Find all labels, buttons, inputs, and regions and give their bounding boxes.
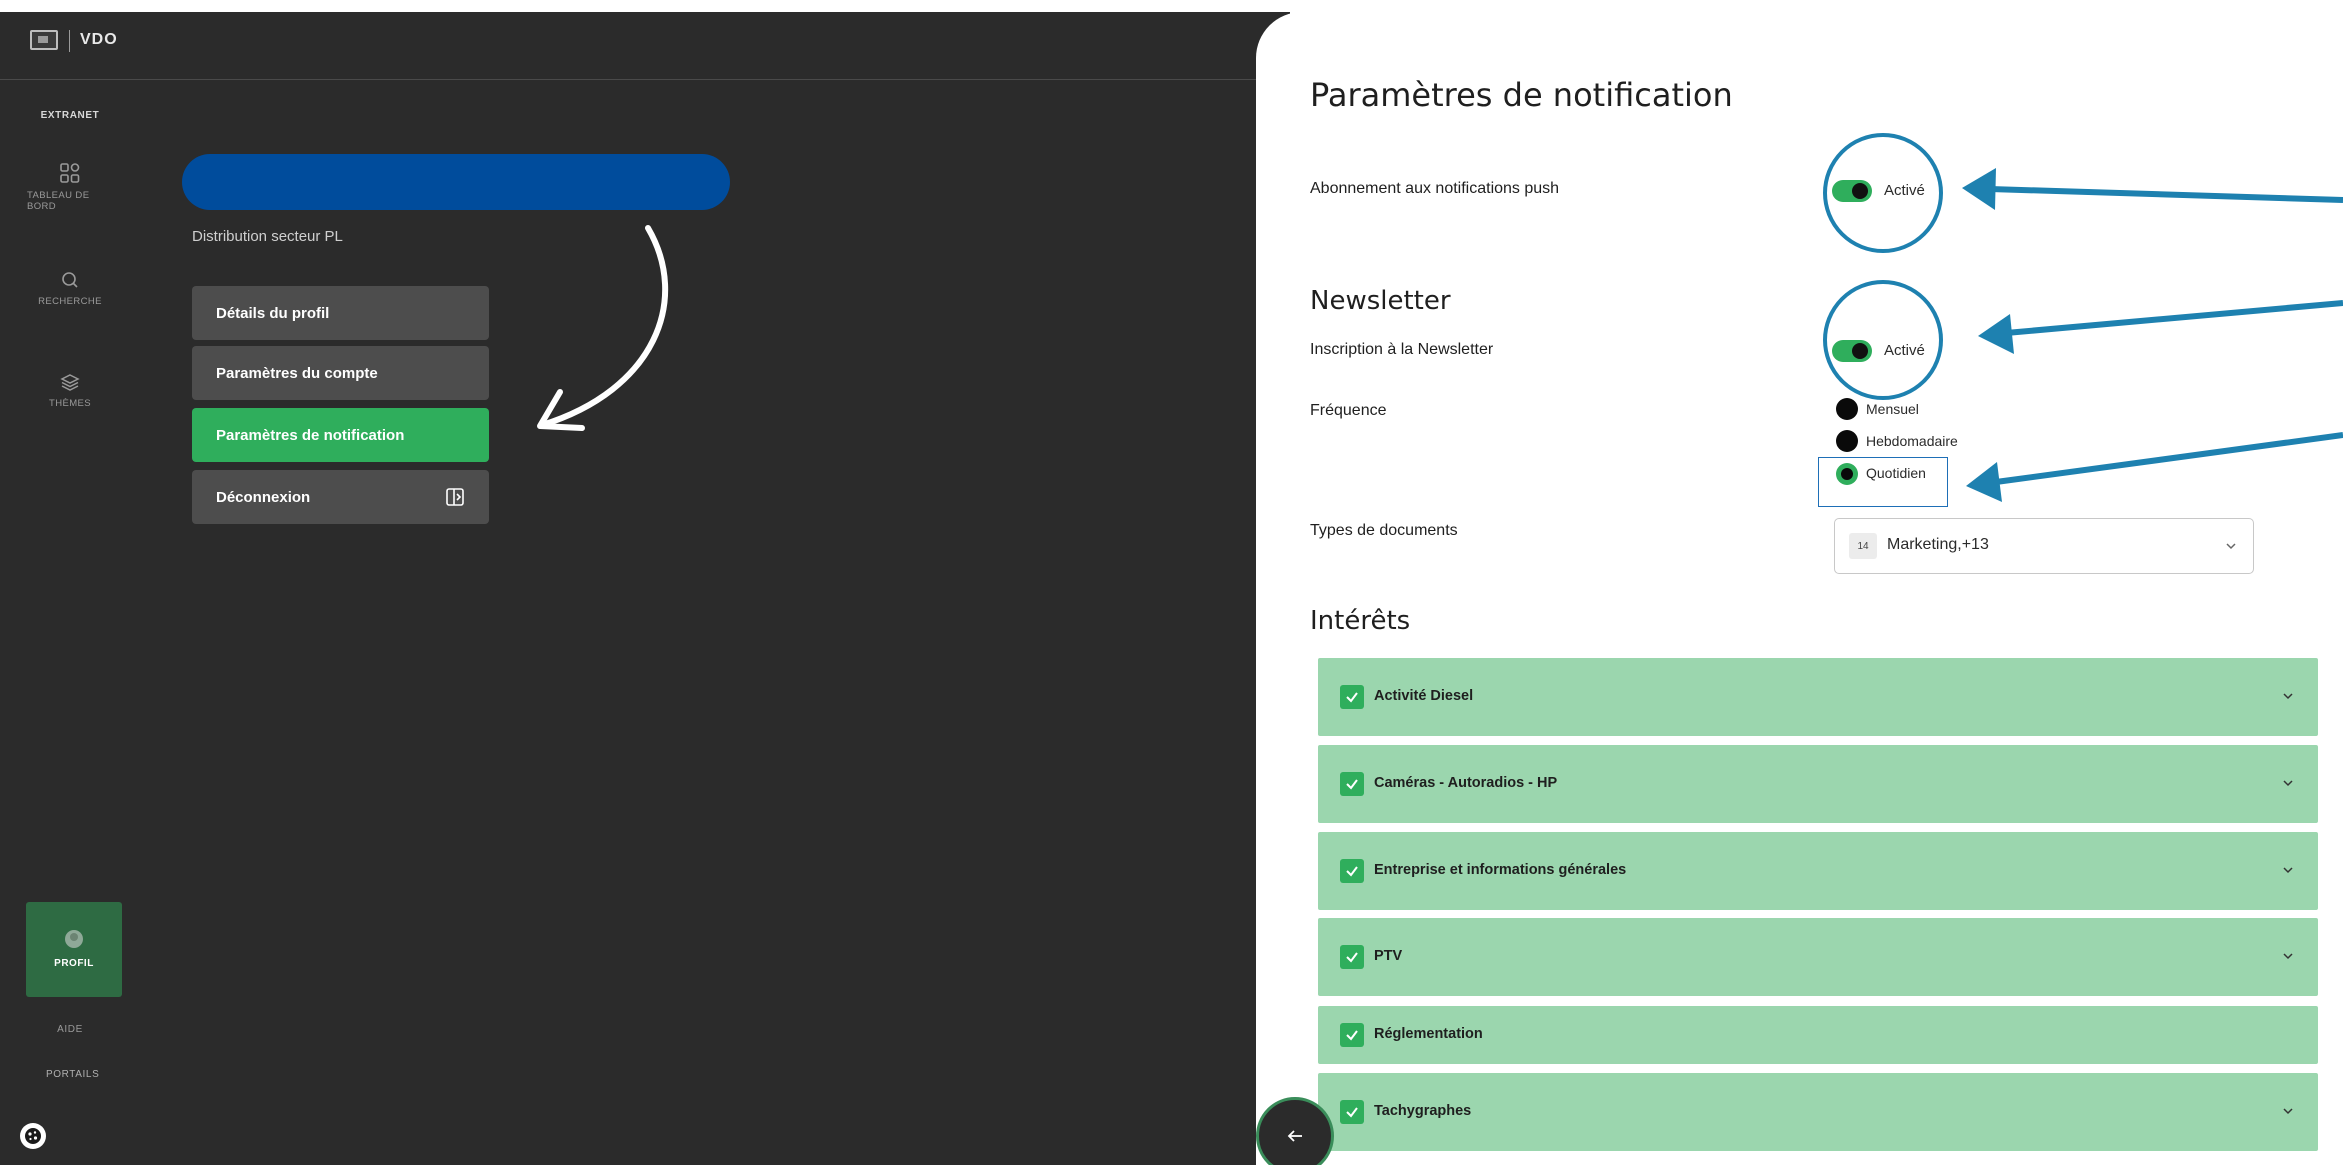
menu-account-settings-button[interactable]: Paramètres du compte [192,346,489,400]
cookie-settings-button[interactable] [20,1123,46,1149]
page-title: Paramètres de notification [1310,76,1733,114]
newsletter-subscription-label: Inscription à la Newsletter [1310,341,1494,358]
interest-label: Tachygraphes [1374,1103,1472,1119]
rail-title: EXTRANET [40,110,100,121]
rail-item-help[interactable]: AIDE [0,1024,140,1035]
document-types-select[interactable]: 14 Marketing,+13 [1834,518,2254,574]
push-subscription-label: Abonnement aux notifications push [1310,180,1560,197]
rail-item-label-2: BORD [27,201,57,212]
interest-item[interactable]: Activité Diesel [1318,658,2318,736]
logout-icon [446,488,464,506]
interest-checkbox[interactable] [1340,859,1364,883]
back-button[interactable] [1256,1097,1334,1165]
menu-label: Paramètres de notification [216,426,405,444]
layers-icon [60,374,80,391]
rail-item-search[interactable]: RECHERCHE [0,270,140,307]
menu-label: Déconnexion [216,488,311,506]
search-icon [62,272,78,288]
frequency-option-label: Hebdomadaire [1866,433,1958,449]
rail-item-label: RECHERCHE [38,296,102,307]
interest-label: Activité Diesel [1374,688,1474,704]
check-icon [1346,952,1358,963]
profile-label: PROFIL [54,958,94,969]
top-bar: VDO [0,12,1290,80]
rail-item-label: TABLEAU DE [27,190,90,201]
company-name: Distribution secteur PL [192,228,343,245]
logo-image-icon [30,30,58,50]
interest-label: Réglementation [1374,1026,1483,1042]
check-icon [1346,1030,1358,1041]
side-rail: EXTRANET TABLEAU DE BORD RECHERCHE THÈME… [0,80,140,1165]
interest-checkbox[interactable] [1340,1100,1364,1124]
interest-checkbox[interactable] [1340,772,1364,796]
daily-highlight-box [1818,457,1948,507]
frequency-radio-monthly[interactable] [1836,398,1858,420]
interest-label: PTV [1374,948,1403,964]
logo-divider [69,30,70,52]
rail-item-dashboard[interactable]: TABLEAU DE BORD [0,162,140,212]
interest-item[interactable]: Tachygraphes [1318,1073,2318,1151]
check-icon [1346,779,1358,790]
interest-item[interactable]: Réglementation [1318,1006,2318,1064]
chevron-down-icon[interactable] [2282,1106,2294,1116]
menu-label: Détails du profil [216,304,330,322]
check-icon [1346,692,1358,703]
check-icon [1346,866,1358,877]
menu-logout-button[interactable]: Déconnexion [192,470,489,524]
selected-document-types: Marketing,+13 [1887,536,1989,553]
rail-item-portals[interactable]: PORTAILS [46,1069,99,1080]
frequency-option-label: Mensuel [1866,401,1919,417]
interest-checkbox[interactable] [1340,1023,1364,1047]
interest-checkbox[interactable] [1340,945,1364,969]
app-shell: VDO EXTRANET TABLEAU DE BORD RECHERCHE T… [0,12,1290,1165]
dashboard-icon [60,163,80,183]
brand-name: VDO [80,31,118,48]
rail-item-label: THÈMES [49,398,91,409]
interest-item[interactable]: Entreprise et informations générales [1318,832,2318,910]
newsletter-toggle-highlight-circle [1823,280,1943,400]
push-toggle-highlight-circle [1823,133,1943,253]
interests-heading: Intérêts [1310,606,1411,636]
frequency-label: Fréquence [1310,402,1387,419]
newsletter-heading: Newsletter [1310,286,1451,316]
interest-checkbox[interactable] [1340,685,1364,709]
frequency-radio-weekly[interactable] [1836,430,1858,452]
chevron-down-icon[interactable] [2282,691,2294,701]
interest-label: Caméras - Autoradios - HP [1374,775,1558,791]
avatar-icon [65,930,83,948]
menu-notification-settings-button[interactable]: Paramètres de notification [192,408,489,462]
menu-profile-details-button[interactable]: Détails du profil [192,286,489,340]
interest-label: Entreprise et informations générales [1374,862,1627,878]
account-name-bar [182,154,730,210]
curved-arrow-annotation [537,225,669,431]
rail-item-profile[interactable]: PROFIL [26,902,122,997]
rail-item-themes[interactable]: THÈMES [0,372,140,409]
chevron-down-icon[interactable] [2282,778,2294,788]
chevron-down-icon[interactable] [2282,951,2294,961]
interest-item[interactable]: PTV [1318,918,2318,996]
document-types-label: Types de documents [1310,522,1458,539]
menu-label: Paramètres du compte [216,364,378,382]
selected-count-badge: 14 [1849,533,1877,559]
interest-item[interactable]: Caméras - Autoradios - HP [1318,745,2318,823]
chevron-down-icon[interactable] [2282,865,2294,875]
cookie-icon [25,1128,41,1144]
chevron-down-icon [2226,543,2236,550]
check-icon [1346,1107,1358,1118]
arrow-left-icon [1287,1130,1302,1142]
